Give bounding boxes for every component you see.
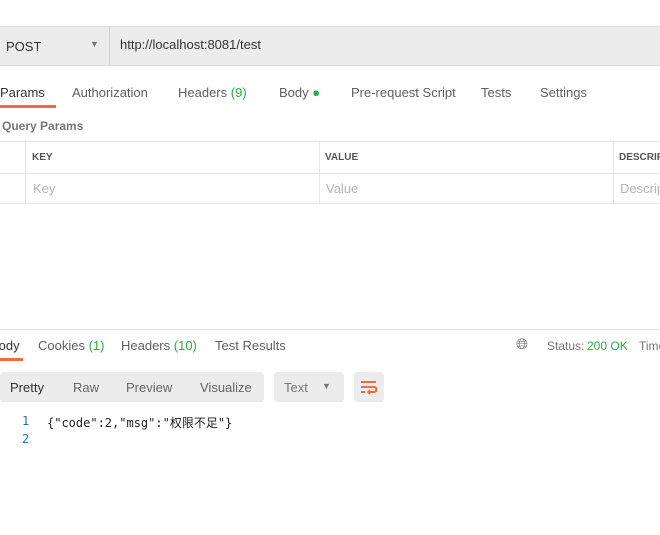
status-value: 200 OK bbox=[587, 339, 628, 353]
query-params-title: Query Params bbox=[2, 119, 84, 133]
tab-label: Cookies bbox=[38, 338, 85, 353]
time-label: Time bbox=[639, 339, 660, 353]
globe-icon[interactable]: 🌐︎ bbox=[516, 336, 528, 353]
active-tab-indicator bbox=[0, 105, 56, 108]
divider bbox=[0, 329, 660, 330]
cookies-count: (1) bbox=[88, 338, 105, 353]
column-description: DESCRIPTION bbox=[619, 152, 660, 163]
view-visualize[interactable]: Visualize bbox=[200, 380, 252, 395]
url-input[interactable] bbox=[120, 37, 640, 52]
view-preview[interactable]: Preview bbox=[126, 380, 172, 395]
status-label: Status: bbox=[547, 339, 585, 353]
key-input[interactable]: Key bbox=[33, 181, 55, 196]
chevron-down-icon: ▼ bbox=[322, 381, 331, 391]
response-tab-cookies[interactable]: Cookies (1) bbox=[38, 338, 104, 353]
response-tab-test-results[interactable]: Test Results bbox=[215, 338, 286, 353]
response-tab-body[interactable]: Body bbox=[0, 338, 20, 353]
tab-label: Headers bbox=[178, 85, 228, 100]
column-key: KEY bbox=[32, 152, 53, 163]
divider bbox=[25, 142, 26, 204]
divider bbox=[319, 142, 320, 204]
column-value: VALUE bbox=[325, 152, 359, 163]
chevron-down-icon: ▼ bbox=[90, 39, 99, 49]
format-value: Text bbox=[284, 380, 308, 395]
description-input[interactable]: Description bbox=[620, 181, 660, 196]
query-params-table: KEY VALUE DESCRIPTION Key Value Descript… bbox=[0, 141, 660, 204]
tab-authorization[interactable]: Authorization bbox=[72, 85, 148, 100]
tab-settings[interactable]: Settings bbox=[540, 85, 587, 100]
method-value: POST bbox=[6, 39, 42, 54]
format-select[interactable]: Text ▼ bbox=[274, 372, 344, 402]
headers-count: (9) bbox=[230, 85, 247, 100]
value-input[interactable]: Value bbox=[326, 181, 358, 196]
tab-tests[interactable]: Tests bbox=[481, 85, 511, 100]
view-pretty[interactable]: Pretty bbox=[10, 380, 44, 395]
response-tab-headers[interactable]: Headers (10) bbox=[121, 338, 197, 353]
tab-headers[interactable]: Headers (9) bbox=[178, 85, 247, 100]
wrap-lines-button[interactable] bbox=[354, 372, 384, 402]
line-number: 2 bbox=[22, 432, 30, 446]
divider bbox=[613, 142, 614, 204]
code-line[interactable]: {"code":2,"msg":"权限不足"} bbox=[47, 414, 232, 431]
line-number: 1 bbox=[22, 414, 30, 428]
view-raw[interactable]: Raw bbox=[73, 380, 99, 395]
tab-pre-request-script[interactable]: Pre-request Script bbox=[351, 85, 456, 100]
divider bbox=[0, 173, 660, 174]
tab-params[interactable]: Params bbox=[0, 85, 45, 100]
headers-count: (10) bbox=[173, 338, 197, 353]
tab-body[interactable]: Body ● bbox=[279, 85, 320, 100]
wrap-lines-icon bbox=[361, 381, 378, 395]
method-select[interactable]: POST ▼ bbox=[0, 27, 110, 65]
tab-label: Body bbox=[279, 85, 309, 100]
body-dot-icon: ● bbox=[312, 85, 321, 100]
view-mode-group: Pretty Raw Preview Visualize bbox=[0, 372, 264, 402]
tab-label: Headers bbox=[121, 338, 171, 353]
url-bar: POST ▼ bbox=[0, 26, 660, 66]
active-tab-indicator bbox=[0, 358, 23, 361]
